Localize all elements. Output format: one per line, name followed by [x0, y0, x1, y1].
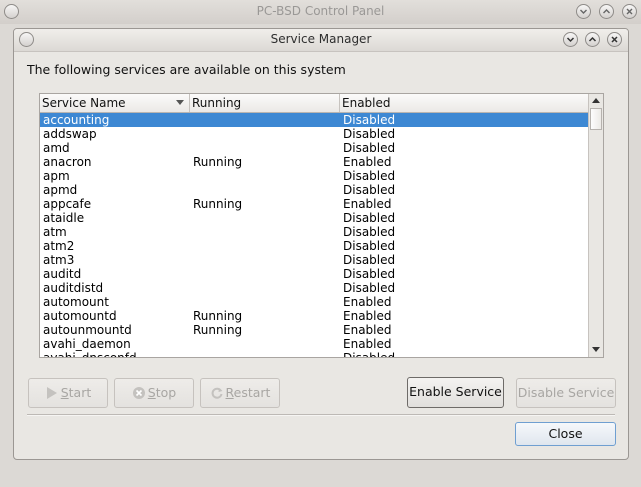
cell-running: Running: [193, 309, 243, 323]
cell-enabled: Disabled: [343, 141, 396, 155]
table-row[interactable]: addswap Disabled: [40, 127, 588, 141]
table-body: accounting Disabled addswap Disabled amd Disa…: [40, 113, 588, 358]
cell-service-name: avahi_daemon: [43, 337, 131, 351]
cell-enabled: Enabled: [343, 309, 392, 323]
cell-enabled: Disabled: [343, 225, 396, 239]
cell-service-name: avahi_dnsconfd: [43, 351, 137, 358]
cell-enabled: Enabled: [343, 155, 392, 169]
column-header-enabled[interactable]: Enabled: [340, 94, 588, 112]
stop-button[interactable]: Stop: [114, 378, 194, 408]
cell-enabled: Enabled: [343, 295, 392, 309]
dialog-maximize-icon[interactable]: [585, 32, 600, 47]
table-row[interactable]: atm3 Disabled: [40, 253, 588, 267]
table-row[interactable]: appcafe Running Enabled: [40, 197, 588, 211]
table-row[interactable]: automountd Running Enabled: [40, 309, 588, 323]
cell-service-name: ataidle: [43, 211, 85, 225]
restart-button[interactable]: Restart: [200, 378, 280, 408]
cell-service-name: apm: [43, 169, 70, 183]
column-header-running[interactable]: Running: [190, 94, 340, 112]
sort-descending-icon: [176, 100, 184, 105]
cell-enabled: Enabled: [343, 323, 392, 337]
play-icon: [46, 386, 57, 399]
table-row[interactable]: auditdistd Disabled: [40, 281, 588, 295]
service-manager-dialog: Service Manager The following services a…: [13, 28, 629, 460]
table-row[interactable]: ataidle Disabled: [40, 211, 588, 225]
stop-label: Stop: [147, 385, 177, 400]
cell-running: Running: [193, 323, 243, 337]
cell-enabled: Disabled: [343, 253, 396, 267]
start-button[interactable]: Start: [28, 378, 108, 408]
dialog-title: Service Manager: [270, 32, 372, 46]
cell-service-name: automountd: [43, 309, 117, 323]
cell-enabled: Disabled: [343, 239, 396, 253]
dialog-titlebar: Service Manager: [14, 29, 628, 52]
table-header: Service Name Running Enabled: [40, 94, 588, 113]
table-row[interactable]: accounting Disabled: [40, 113, 588, 127]
restart-label: Restart: [225, 385, 271, 400]
cell-service-name: anacron: [43, 155, 92, 169]
cell-enabled: Disabled: [343, 113, 396, 127]
table-row[interactable]: avahi_daemon Enabled: [40, 337, 588, 351]
cell-service-name: atm3: [43, 253, 75, 267]
cell-service-name: appcafe: [43, 197, 92, 211]
table-row[interactable]: atm2 Disabled: [40, 239, 588, 253]
cell-enabled: Disabled: [343, 351, 396, 358]
cell-running: Running: [193, 197, 243, 211]
cell-enabled: Disabled: [343, 211, 396, 225]
cell-service-name: auditdistd: [43, 281, 104, 295]
minimize-icon[interactable]: [576, 4, 591, 19]
cell-enabled: Disabled: [343, 169, 396, 183]
cell-service-name: atm2: [43, 239, 75, 253]
table-row[interactable]: auditd Disabled: [40, 267, 588, 281]
table-row[interactable]: avahi_dnsconfd Disabled: [40, 351, 588, 358]
column-header-service-name[interactable]: Service Name: [40, 94, 190, 112]
cell-service-name: atm: [43, 225, 67, 239]
disable-service-button[interactable]: Disable Service: [516, 378, 616, 408]
dialog-minimize-icon[interactable]: [563, 32, 578, 47]
cell-service-name: addswap: [43, 127, 97, 141]
cell-enabled: Disabled: [343, 127, 396, 141]
cell-service-name: amd: [43, 141, 70, 155]
cell-service-name: apmd: [43, 183, 78, 197]
enable-service-button[interactable]: Enable Service: [407, 377, 504, 408]
cell-service-name: automount: [43, 295, 109, 309]
cell-service-name: accounting: [43, 113, 110, 127]
maximize-icon[interactable]: [599, 4, 614, 19]
table-row[interactable]: anacron Running Enabled: [40, 155, 588, 169]
table-row[interactable]: automount Enabled: [40, 295, 588, 309]
table-row[interactable]: atm Disabled: [40, 225, 588, 239]
cell-service-name: autounmountd: [43, 323, 132, 337]
cell-enabled: Enabled: [343, 197, 392, 211]
cell-running: Running: [193, 155, 243, 169]
scroll-down-icon[interactable]: [591, 346, 601, 353]
column-header-label: Service Name: [42, 96, 126, 110]
vertical-scrollbar[interactable]: [588, 94, 603, 357]
restart-icon: [211, 387, 223, 399]
cell-enabled: Disabled: [343, 183, 396, 197]
cell-service-name: auditd: [43, 267, 82, 281]
cell-enabled: Disabled: [343, 267, 396, 281]
cell-enabled: Enabled: [343, 337, 392, 351]
table-row[interactable]: autounmountd Running Enabled: [40, 323, 588, 337]
services-heading: The following services are available on …: [27, 62, 346, 77]
start-label: Start: [60, 385, 92, 400]
control-panel-title: PC-BSD Control Panel: [256, 4, 385, 18]
stop-icon: [132, 386, 145, 399]
table-row[interactable]: amd Disabled: [40, 141, 588, 155]
services-table: Service Name Running Enabled accounting D…: [39, 93, 604, 358]
close-button[interactable]: Close: [515, 422, 616, 446]
table-row[interactable]: apmd Disabled: [40, 183, 588, 197]
table-row[interactable]: apm Disabled: [40, 169, 588, 183]
dialog-close-icon[interactable]: [607, 32, 622, 47]
cell-enabled: Disabled: [343, 281, 396, 295]
scroll-thumb[interactable]: [590, 108, 602, 130]
scroll-up-icon[interactable]: [591, 97, 601, 104]
close-window-icon[interactable]: [622, 4, 637, 19]
control-panel-titlebar: PC-BSD Control Panel: [0, 0, 641, 24]
button-separator: [27, 414, 615, 416]
